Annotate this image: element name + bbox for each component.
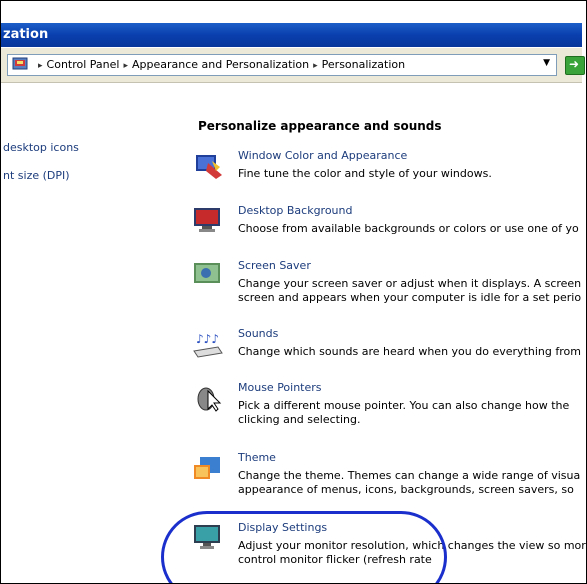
task-description: Change which sounds are heard when you d… — [238, 345, 581, 358]
address-bar: ▸ Control Panel ▸ Appearance and Personaliz… — [1, 48, 585, 83]
task-title[interactable]: Theme — [238, 451, 276, 464]
svg-text:♪♪♪: ♪♪♪ — [196, 332, 219, 346]
sidebar-link-desktop-icons[interactable]: desktop icons — [3, 141, 79, 154]
screen-saver-icon — [194, 263, 220, 283]
task-title[interactable]: Desktop Background — [238, 204, 353, 217]
breadcrumb-arrow-icon[interactable]: ▸ — [313, 61, 318, 71]
task-description: Choose from available backgrounds or col… — [238, 222, 579, 235]
window-frame: zation ▸ Control Panel ▸ Appearance and Per… — [0, 0, 587, 584]
task-description: Pick a different mouse pointer. You can … — [238, 399, 570, 426]
window-color-icon — [196, 155, 222, 179]
task-description: Change your screen saver or adjust when … — [238, 277, 582, 304]
breadcrumb-arrow-icon[interactable]: ▸ — [38, 61, 43, 71]
highlight-ring — [161, 511, 447, 583]
go-button[interactable] — [565, 56, 585, 75]
breadcrumb-appearance[interactable]: Appearance and Personalization — [132, 58, 309, 71]
sounds-icon: ♪♪♪ — [193, 332, 223, 358]
task-title[interactable]: Sounds — [238, 327, 278, 340]
task-title[interactable]: Mouse Pointers — [238, 381, 322, 394]
mouse-pointer-icon — [197, 387, 222, 412]
task-description: Fine tune the color and style of your wi… — [238, 167, 492, 180]
window-title: zation — [3, 27, 49, 42]
task-description: Change the theme. Themes can change a wi… — [238, 469, 581, 496]
theme-icon — [194, 457, 220, 479]
task-title[interactable]: Window Color and Appearance — [238, 149, 407, 162]
breadcrumb-personalization[interactable]: Personalization — [322, 58, 405, 71]
section-heading: Personalize appearance and sounds — [198, 119, 442, 133]
breadcrumb-arrow-icon[interactable]: ▸ — [123, 61, 128, 71]
breadcrumb-control-panel[interactable]: Control Panel — [47, 58, 120, 71]
address-dropdown-icon[interactable]: ▼ — [543, 58, 550, 68]
task-title[interactable]: Screen Saver — [238, 259, 311, 272]
title-bar[interactable]: zation — [1, 23, 582, 47]
control-panel-icon — [12, 57, 28, 70]
desktop-background-icon — [194, 208, 220, 232]
sidebar-link-font-size[interactable]: nt size (DPI) — [3, 169, 70, 182]
address-field[interactable]: ▸ Control Panel ▸ Appearance and Personaliz… — [7, 54, 557, 76]
breadcrumb: ▸ Control Panel ▸ Appearance and Personaliz… — [34, 58, 405, 71]
